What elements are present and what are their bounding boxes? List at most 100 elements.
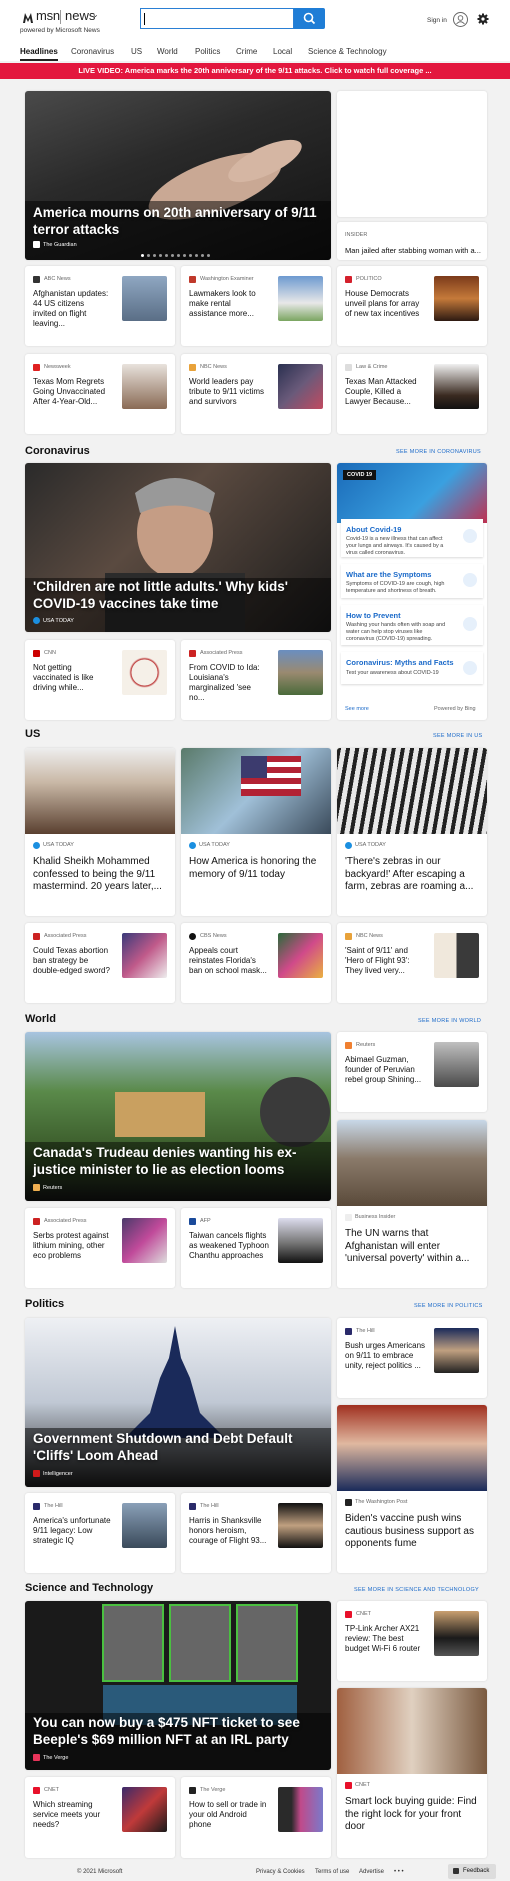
terms-link[interactable]: Terms of use — [315, 1869, 349, 1875]
covid-item-prevent[interactable]: How to Prevent Washing your hands often … — [341, 605, 483, 645]
hero-title[interactable]: Government Shutdown and Debt Default 'Cl… — [33, 1430, 323, 1464]
article-card[interactable]: AFP Taiwan cancels flights as weakened T… — [181, 1208, 331, 1288]
section-title-world[interactable]: World — [25, 1013, 56, 1025]
hero-title[interactable]: Canada's Trudeau denies wanting his ex-j… — [33, 1144, 323, 1178]
article-card[interactable]: The Hill Bush urges Americans on 9/11 to… — [337, 1318, 487, 1398]
article-title[interactable]: Biden's vaccine push wins cautious busin… — [345, 1513, 481, 1551]
covid-item-title[interactable]: How to Prevent — [346, 611, 401, 620]
article-card[interactable]: CBS News Appeals court reinstates Florid… — [181, 923, 331, 1003]
article-title[interactable]: 'Saint of 9/11' and 'Hero of Flight 93':… — [345, 946, 425, 976]
article-title[interactable]: Afghanistan updates: 44 US citizens invi… — [33, 289, 109, 329]
article-title[interactable]: Taiwan cancels flights as weakened Typho… — [189, 1231, 269, 1261]
article-card-large[interactable]: USA TODAY How America is honoring the me… — [181, 748, 331, 916]
article-title[interactable]: How to sell or trade in your old Android… — [189, 1800, 271, 1830]
see-more-politics-link[interactable]: SEE MORE IN POLITICS — [414, 1303, 483, 1309]
carousel-dot[interactable] — [165, 254, 168, 257]
article-card[interactable]: POLITICO House Democrats unveil plans fo… — [337, 266, 487, 346]
article-title[interactable]: Could Texas abortion ban strategy be dou… — [33, 946, 113, 976]
covid-item-symptoms[interactable]: What are the Symptoms Symptoms of COVID-… — [341, 564, 483, 598]
carousel-dot[interactable] — [147, 254, 150, 257]
msn-butterfly-icon[interactable] — [21, 11, 35, 25]
advertise-link[interactable]: Advertise — [359, 1869, 384, 1875]
tab-politics[interactable]: Politics — [195, 47, 220, 56]
article-title[interactable]: Texas Man Attacked Couple, Killed a Lawy… — [345, 377, 421, 407]
carousel-dot-active[interactable] — [141, 254, 144, 257]
brand-logo[interactable]: msn — [36, 8, 60, 23]
article-card[interactable]: NBC News World leaders pay tribute to 9/… — [181, 354, 331, 434]
article-title[interactable]: America's unfortunate 9/11 legacy: Low s… — [33, 1516, 115, 1546]
product-name[interactable]: news — [65, 8, 95, 23]
article-card[interactable]: The Hill America's unfortunate 9/11 lega… — [25, 1493, 175, 1573]
scitech-hero-card[interactable]: You can now buy a $475 NFT ticket to see… — [25, 1601, 331, 1770]
article-card[interactable]: NBC News 'Saint of 9/11' and 'Hero of Fl… — [337, 923, 487, 1003]
carousel-dot[interactable] — [195, 254, 198, 257]
side-article-card[interactable]: INSIDER Man jailed after stabbing woman … — [337, 222, 487, 260]
covid-item-title[interactable]: What are the Symptoms — [346, 570, 431, 579]
article-title[interactable]: How America is honoring the memory of 9/… — [189, 856, 325, 881]
article-card[interactable]: Newsweek Texas Mom Regrets Going Unvacci… — [25, 354, 175, 434]
see-more-coronavirus-link[interactable]: SEE MORE IN CORONAVIRUS — [396, 449, 481, 455]
article-title[interactable]: Harris in Shanksville honors heroism, co… — [189, 1516, 271, 1546]
section-title-coronavirus[interactable]: Coronavirus — [25, 445, 90, 457]
article-card[interactable]: CNET TP-Link Archer AX21 review: The bes… — [337, 1601, 487, 1681]
article-card-large[interactable]: USA TODAY 'There's zebras in our backyar… — [337, 748, 487, 916]
tab-world[interactable]: World — [157, 47, 178, 56]
article-title[interactable]: Bush urges Americans on 9/11 to embrace … — [345, 1341, 427, 1371]
tab-crime[interactable]: Crime — [236, 47, 257, 56]
politics-hero-card[interactable]: Government Shutdown and Debt Default 'Cl… — [25, 1318, 331, 1487]
carousel-dot[interactable] — [207, 254, 210, 257]
section-title-us[interactable]: US — [25, 728, 40, 740]
live-video-banner[interactable]: LIVE VIDEO: America marks the 20th anniv… — [0, 63, 510, 79]
more-options-icon[interactable]: • • • — [394, 1869, 404, 1875]
article-title[interactable]: Abimael Guzman, founder of Peruvian rebe… — [345, 1055, 427, 1085]
article-card[interactable]: Associated Press Could Texas abortion ba… — [25, 923, 175, 1003]
hero-title[interactable]: You can now buy a $475 NFT ticket to see… — [33, 1714, 325, 1748]
article-title[interactable]: Texas Mom Regrets Going Unvaccinated Aft… — [33, 377, 109, 407]
covid-see-more-link[interactable]: See more — [345, 706, 369, 712]
article-title[interactable]: From COVID to Ida: Louisiana's marginali… — [189, 663, 265, 703]
article-title[interactable]: House Democrats unveil plans for array o… — [345, 289, 421, 319]
article-card[interactable]: ABC News Afghanistan updates: 44 US citi… — [25, 266, 175, 346]
article-card[interactable]: CNN Not getting vaccinated is like drivi… — [25, 640, 175, 720]
tab-local[interactable]: Local — [273, 47, 292, 56]
article-title[interactable]: World leaders pay tribute to 9/11 victim… — [189, 377, 265, 407]
section-title-scitech[interactable]: Science and Technology — [25, 1582, 153, 1594]
chevron-down-icon[interactable]: ⌄ — [92, 10, 99, 19]
coronavirus-hero-card[interactable]: 'Children are not little adults.' Why ki… — [25, 463, 331, 632]
world-hero-card[interactable]: Canada's Trudeau denies wanting his ex-j… — [25, 1032, 331, 1201]
article-title[interactable]: Not getting vaccinated is like driving w… — [33, 663, 109, 693]
tab-us[interactable]: US — [131, 47, 142, 56]
carousel-dot[interactable] — [201, 254, 204, 257]
article-card[interactable]: The Verge How to sell or trade in your o… — [181, 1777, 331, 1858]
hero-headline-card[interactable]: America mourns on 20th anniversary of 9/… — [25, 91, 331, 260]
carousel-dot[interactable] — [183, 254, 186, 257]
covid-item-myths[interactable]: Coronavirus: Myths and Facts Test your a… — [341, 652, 483, 684]
section-title-politics[interactable]: Politics — [25, 1298, 64, 1310]
article-card-large[interactable]: CNET Smart lock buying guide: Find the r… — [337, 1688, 487, 1858]
article-card-large[interactable]: The Washington Post Biden's vaccine push… — [337, 1405, 487, 1573]
article-card[interactable]: Associated Press From COVID to Ida: Loui… — [181, 640, 331, 720]
privacy-link[interactable]: Privacy & Cookies — [256, 1869, 305, 1875]
carousel-dot[interactable] — [153, 254, 156, 257]
article-title[interactable]: Which streaming service meets your needs… — [33, 1800, 115, 1830]
search-button[interactable] — [294, 8, 325, 29]
tab-coronavirus[interactable]: Coronavirus — [71, 47, 114, 56]
carousel-dot[interactable] — [159, 254, 162, 257]
avatar[interactable] — [453, 12, 468, 27]
article-card[interactable]: Associated Press Serbs protest against l… — [25, 1208, 175, 1288]
article-card-large[interactable]: USA TODAY Khalid Sheikh Mohammed confess… — [25, 748, 175, 916]
tab-science-technology[interactable]: Science & Technology — [308, 47, 387, 56]
article-card[interactable]: Reuters Abimael Guzman, founder of Peruv… — [337, 1032, 487, 1112]
tab-headlines[interactable]: Headlines — [20, 47, 58, 61]
see-more-scitech-link[interactable]: SEE MORE IN SCIENCE AND TECHNOLOGY — [354, 1587, 479, 1593]
sign-in-link[interactable]: Sign in — [427, 17, 447, 24]
see-more-us-link[interactable]: SEE MORE IN US — [433, 733, 482, 739]
covid-item-title[interactable]: About Covid-19 — [346, 525, 401, 534]
article-title[interactable]: Khalid Sheikh Mohammed confessed to bein… — [33, 856, 169, 894]
see-more-world-link[interactable]: SEE MORE IN WORLD — [418, 1018, 481, 1024]
article-title[interactable]: Serbs protest against lithium mining, ot… — [33, 1231, 113, 1261]
article-title[interactable]: Appeals court reinstates Florida's ban o… — [189, 946, 269, 976]
article-card-large[interactable]: Business Insider The UN warns that Afgha… — [337, 1120, 487, 1288]
carousel-dot[interactable] — [177, 254, 180, 257]
article-title[interactable]: TP-Link Archer AX21 review: The best bud… — [345, 1624, 427, 1654]
